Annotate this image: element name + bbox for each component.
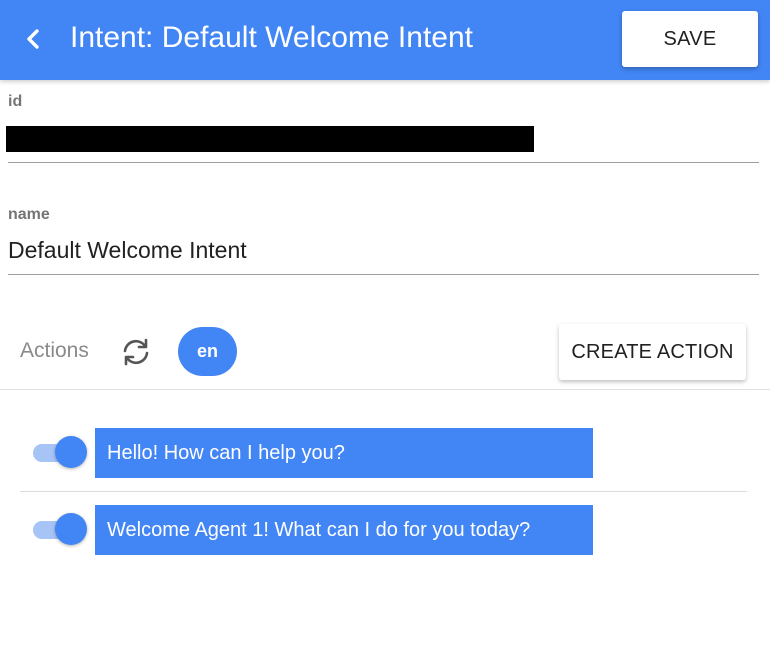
action-enabled-toggle[interactable] bbox=[33, 436, 89, 468]
create-action-button[interactable]: CREATE ACTION bbox=[559, 324, 746, 380]
intent-editor-page: Intent: Default Welcome Intent SAVE id n… bbox=[0, 0, 770, 667]
id-field-label: id bbox=[8, 93, 23, 110]
sync-icon[interactable] bbox=[118, 334, 154, 370]
save-button[interactable]: SAVE bbox=[622, 11, 758, 67]
language-chip-en[interactable]: en bbox=[178, 327, 237, 376]
toolbar-divider bbox=[0, 389, 770, 390]
name-field-label: name bbox=[8, 206, 50, 223]
id-field-redacted-value bbox=[6, 126, 534, 152]
toggle-thumb bbox=[55, 436, 87, 468]
action-list-item: Hello! How can I help you? bbox=[20, 420, 747, 484]
action-enabled-toggle[interactable] bbox=[33, 513, 89, 545]
name-field-value[interactable]: Default Welcome Intent bbox=[8, 236, 247, 264]
back-button[interactable] bbox=[18, 22, 48, 56]
actions-label: Actions bbox=[20, 339, 89, 362]
action-text[interactable]: Welcome Agent 1! What can I do for you t… bbox=[95, 505, 593, 555]
toggle-thumb bbox=[55, 513, 87, 545]
id-field[interactable]: id bbox=[6, 93, 759, 165]
list-divider bbox=[20, 491, 747, 492]
action-list-item: Welcome Agent 1! What can I do for you t… bbox=[20, 497, 747, 561]
page-title: Intent: Default Welcome Intent bbox=[70, 21, 473, 54]
id-field-underline bbox=[8, 162, 759, 163]
name-field-underline bbox=[8, 274, 759, 275]
app-header: Intent: Default Welcome Intent SAVE bbox=[0, 0, 770, 80]
name-field[interactable]: name Default Welcome Intent bbox=[8, 206, 759, 278]
chevron-left-icon bbox=[18, 22, 48, 56]
action-text[interactable]: Hello! How can I help you? bbox=[95, 428, 593, 478]
